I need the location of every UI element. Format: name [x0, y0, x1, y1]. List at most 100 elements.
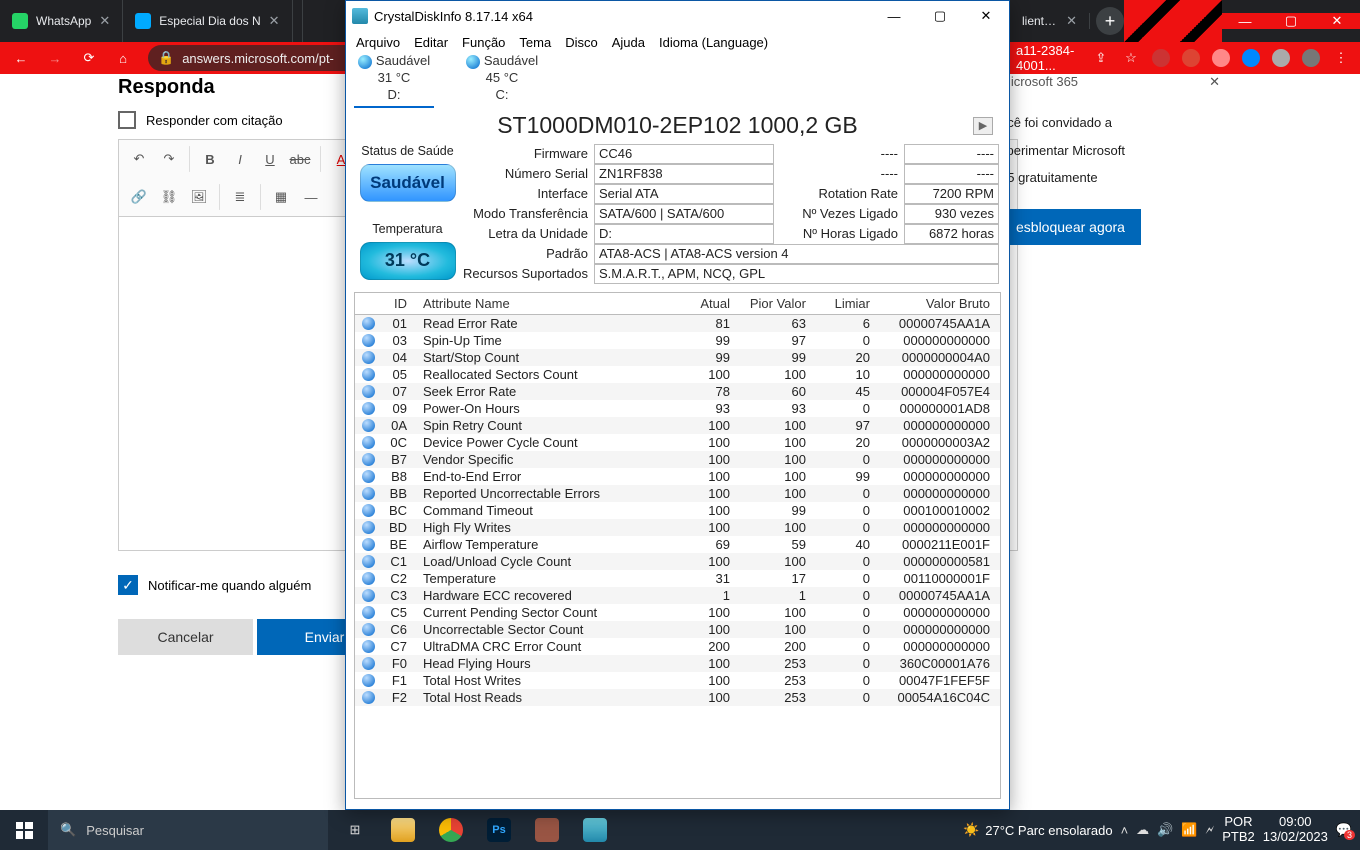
bold-button[interactable]: B: [196, 146, 224, 172]
start-button[interactable]: [0, 810, 48, 850]
close-icon[interactable]: ✕: [1209, 74, 1220, 90]
table-button[interactable]: ▦: [267, 184, 295, 210]
menu-editar[interactable]: Editar: [414, 35, 448, 50]
minimize-button[interactable]: —: [871, 1, 917, 31]
powercount-value: 930 vezes: [904, 204, 999, 224]
ext-icon[interactable]: [1268, 45, 1294, 71]
close-icon[interactable]: ✕: [269, 13, 280, 29]
tab-whatsapp[interactable]: WhatsApp ✕: [0, 0, 123, 42]
smart-row[interactable]: 07Seek Error Rate786045000004F057E4: [355, 383, 1000, 400]
menu-icon[interactable]: ⋮: [1328, 45, 1354, 71]
smart-row[interactable]: B8End-to-End Error10010099000000000000: [355, 468, 1000, 485]
forward-button[interactable]: →: [40, 44, 70, 72]
smart-row[interactable]: C2Temperature3117000110000001F: [355, 570, 1000, 587]
share-icon[interactable]: ⇪: [1088, 45, 1114, 71]
smart-row[interactable]: C1Load/Unload Cycle Count100100000000000…: [355, 553, 1000, 570]
smart-row[interactable]: C5Current Pending Sector Count1001000000…: [355, 604, 1000, 621]
ext-icon[interactable]: [1148, 45, 1174, 71]
smart-row[interactable]: C6Uncorrectable Sector Count100100000000…: [355, 621, 1000, 638]
unlink-button[interactable]: ⛓: [155, 184, 183, 210]
crystaldiskinfo-icon[interactable]: [572, 810, 618, 850]
list-button[interactable]: ≣: [226, 184, 254, 210]
undo-button[interactable]: ↶: [125, 146, 153, 172]
app-icon[interactable]: [524, 810, 570, 850]
ext-icon[interactable]: [1238, 45, 1264, 71]
volume-icon[interactable]: 🔊: [1157, 822, 1173, 838]
wifi-icon[interactable]: 📶: [1181, 822, 1197, 838]
checkbox-icon[interactable]: [118, 111, 136, 129]
smart-row[interactable]: BDHigh Fly Writes1001000000000000000: [355, 519, 1000, 536]
taskbar-search[interactable]: 🔍 Pesquisar: [48, 810, 328, 850]
chevron-up-icon[interactable]: ˄: [1121, 823, 1129, 838]
cancel-button[interactable]: Cancelar: [118, 619, 253, 655]
clock[interactable]: 09:00 13/02/2023: [1263, 815, 1328, 845]
chrome-icon[interactable]: [428, 810, 474, 850]
bookmark-icon[interactable]: ☆: [1118, 45, 1144, 71]
smart-row[interactable]: 05Reallocated Sectors Count1001001000000…: [355, 366, 1000, 383]
strike-button[interactable]: abc: [286, 146, 314, 172]
minimize-button[interactable]: —: [1222, 13, 1268, 29]
battery-icon[interactable]: 🗲: [1206, 822, 1215, 838]
ext-icon[interactable]: [1178, 45, 1204, 71]
smart-row[interactable]: 04Start/Stop Count9999200000000004A0: [355, 349, 1000, 366]
menu-disco[interactable]: Disco: [565, 35, 598, 50]
smart-row[interactable]: F1Total Host Writes100253000047F1FEF5F: [355, 672, 1000, 689]
notifications-icon[interactable]: 💬 3: [1336, 822, 1352, 838]
italic-button[interactable]: I: [226, 146, 254, 172]
smart-row[interactable]: 09Power-On Hours93930000000001AD8: [355, 400, 1000, 417]
smart-table[interactable]: ID Attribute Name Atual Pior Valor Limia…: [354, 292, 1001, 799]
drive-tab-C[interactable]: Saudável45 °CC:: [462, 53, 542, 108]
menu-arquivo[interactable]: Arquivo: [356, 35, 400, 50]
link-button[interactable]: 🔗: [125, 184, 153, 210]
menu-ajuda[interactable]: Ajuda: [612, 35, 645, 50]
maximize-button[interactable]: ▢: [917, 1, 963, 31]
tab-hidden[interactable]: [293, 0, 303, 42]
close-button[interactable]: ✕: [1314, 13, 1360, 29]
onedrive-icon[interactable]: ☁: [1136, 822, 1149, 838]
unlock-button[interactable]: esbloquear agora: [1000, 209, 1141, 245]
smart-row[interactable]: C7UltraDMA CRC Error Count20020000000000…: [355, 638, 1000, 655]
explorer-icon[interactable]: [380, 810, 426, 850]
serial-value: ZN1RF838: [594, 164, 774, 184]
underline-button[interactable]: U: [256, 146, 284, 172]
close-icon[interactable]: ✕: [99, 13, 110, 29]
menu-idioma (language)[interactable]: Idioma (Language): [659, 35, 768, 50]
smart-row[interactable]: F0Head Flying Hours1002530360C00001A76: [355, 655, 1000, 672]
new-tab-button[interactable]: +: [1096, 7, 1124, 35]
drive-tabs: Saudável31 °CD: Saudável45 °CC:: [346, 53, 1009, 108]
avatar[interactable]: [1298, 45, 1324, 71]
tab-lientes[interactable]: lientes - ✕: [1010, 13, 1090, 29]
home-button[interactable]: ⌂: [108, 44, 138, 72]
weather-widget[interactable]: ☀️ 27°C Parc ensolarado: [963, 822, 1113, 838]
smart-row[interactable]: BBReported Uncorrectable Errors100100000…: [355, 485, 1000, 502]
photoshop-icon[interactable]: Ps: [476, 810, 522, 850]
drive-tab-D[interactable]: Saudável31 °CD:: [354, 53, 434, 108]
hr-button[interactable]: —: [297, 184, 325, 210]
back-button[interactable]: ←: [6, 44, 36, 72]
status-dot-icon: [362, 674, 375, 687]
smart-row[interactable]: 03Spin-Up Time99970000000000000: [355, 332, 1000, 349]
smart-row[interactable]: 01Read Error Rate8163600000745AA1A: [355, 314, 1000, 332]
close-icon[interactable]: ✕: [1066, 13, 1077, 29]
redo-button[interactable]: ↷: [155, 146, 183, 172]
smart-row[interactable]: 0ASpin Retry Count10010097000000000000: [355, 417, 1000, 434]
smart-row[interactable]: F2Total Host Reads100253000054A16C04C: [355, 689, 1000, 706]
taskview-icon[interactable]: ⊞: [332, 810, 378, 850]
language-indicator[interactable]: POR PTB2: [1222, 815, 1255, 845]
smart-row[interactable]: BEAirflow Temperature6959400000211E001F: [355, 536, 1000, 553]
reload-button[interactable]: ⟳: [74, 44, 104, 72]
menu-função[interactable]: Função: [462, 35, 505, 50]
maximize-button[interactable]: ▢: [1268, 13, 1314, 29]
smart-row[interactable]: BCCommand Timeout100990000100010002: [355, 502, 1000, 519]
next-disk-button[interactable]: ▶: [973, 117, 993, 135]
close-button[interactable]: ✕: [963, 1, 1009, 31]
ext-icon[interactable]: [1208, 45, 1234, 71]
image-button[interactable]: 🖼: [185, 184, 213, 210]
smart-row[interactable]: 0CDevice Power Cycle Count10010020000000…: [355, 434, 1000, 451]
title-bar[interactable]: CrystalDiskInfo 8.17.14 x64 — ▢ ✕: [346, 1, 1009, 31]
tab-especial[interactable]: Especial Dia dos N ✕: [123, 0, 292, 42]
smart-row[interactable]: B7Vendor Specific1001000000000000000: [355, 451, 1000, 468]
menu-tema[interactable]: Tema: [519, 35, 551, 50]
smart-row[interactable]: C3Hardware ECC recovered11000000745AA1A: [355, 587, 1000, 604]
checked-icon[interactable]: ✓: [118, 575, 138, 595]
